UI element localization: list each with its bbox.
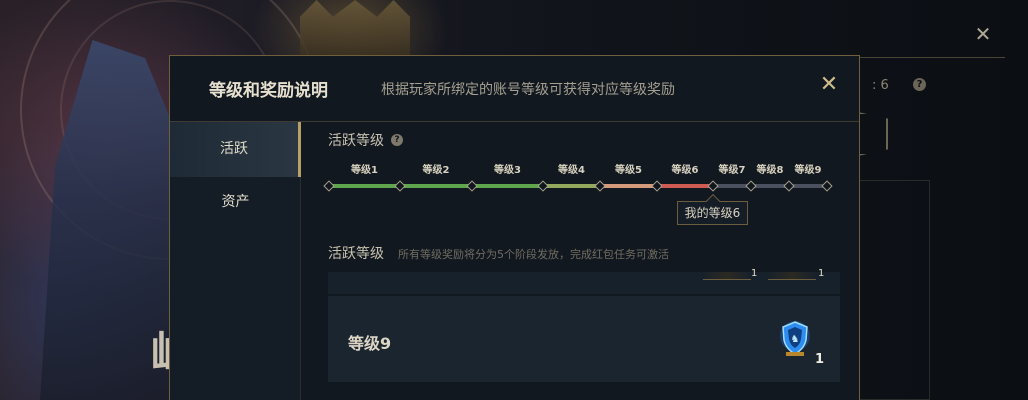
close-icon[interactable]: ✕ <box>818 74 840 96</box>
sidebar-item-label: 活跃 <box>220 141 248 157</box>
level-label-6: 等级6 <box>672 163 699 176</box>
reward-item-partial <box>703 272 751 280</box>
blue-shield-trophy-icon[interactable]: ♞ <box>778 318 812 358</box>
reward-count-partial: 1 <box>751 268 758 279</box>
level-node <box>466 180 478 192</box>
outer-level-fragment: : 6 <box>872 78 889 93</box>
modal-content: 活跃等级 ? 等级1 等级2 等级3 等级4 等级5 等级6 等级7 等级8 等级9 我的等级6… <box>302 122 859 400</box>
modal-subtitle: 根据玩家所绑定的账号等级可获得对应等级奖励 <box>381 82 675 98</box>
level-node <box>821 180 833 192</box>
level-node <box>745 180 757 192</box>
level-node <box>323 180 335 192</box>
level-segment-9 <box>789 184 827 188</box>
level-node <box>651 180 663 192</box>
modal-header: 等级和奖励说明 根据玩家所绑定的账号等级可获得对应等级奖励 ✕ <box>170 56 859 122</box>
activity-rewards-description: 所有等级奖励将分为5个阶段发放，完成红包任务可激活 <box>398 248 669 261</box>
reward-list-partial-row <box>328 272 840 294</box>
outer-badge <box>858 112 888 156</box>
level-segment-2 <box>400 184 472 188</box>
level-node <box>394 180 406 192</box>
level-segment-7 <box>713 184 751 188</box>
level-label-9: 等级9 <box>795 163 822 176</box>
outer-help-icon[interactable]: ? <box>913 78 926 91</box>
reward-count-partial: 1 <box>818 268 825 279</box>
outer-panel <box>860 180 930 400</box>
activity-rewards-title: 活跃等级 <box>328 246 384 262</box>
level-reward-modal: 等级和奖励说明 根据玩家所绑定的账号等级可获得对应等级奖励 ✕ 活跃 资产 活跃… <box>169 55 860 400</box>
background-crown <box>300 0 410 56</box>
level-segment-5 <box>600 184 657 188</box>
modal-sidebar: 活跃 资产 <box>170 122 301 400</box>
level-segment-1 <box>329 184 400 188</box>
outer-divider <box>860 57 1005 58</box>
reward-item-partial <box>768 272 816 280</box>
level-segment-6 <box>657 184 713 188</box>
sidebar-item-active[interactable]: 活跃 <box>170 122 301 177</box>
level-label-4: 等级4 <box>558 163 585 176</box>
level-node <box>707 180 719 192</box>
level-label-2: 等级2 <box>423 163 450 176</box>
level-progress-track: 等级1 等级2 等级3 等级4 等级5 等级6 等级7 等级8 等级9 <box>323 163 833 192</box>
level-label-5: 等级5 <box>615 163 642 176</box>
sidebar-item-label: 资产 <box>221 194 250 210</box>
sidebar-item-assets[interactable]: 资产 <box>170 175 301 230</box>
modal-title: 等级和奖励说明 <box>209 81 328 101</box>
level-segment-4 <box>543 184 600 188</box>
reward-count: 1 <box>815 352 825 367</box>
level-label-8: 等级8 <box>757 163 784 176</box>
reward-card-level9: 等级9 ♞ 1 <box>328 296 840 382</box>
level-node <box>537 180 549 192</box>
level-label-1: 等级1 <box>351 163 378 176</box>
level-node <box>594 180 606 192</box>
level-segment-8 <box>751 184 789 188</box>
reward-level-label: 等级9 <box>348 334 392 353</box>
level-segment-3 <box>472 184 543 188</box>
svg-text:♞: ♞ <box>791 334 800 345</box>
level-label-7: 等级7 <box>719 163 746 176</box>
level-node <box>783 180 795 192</box>
level-label-3: 等级3 <box>494 163 521 176</box>
outer-close-icon[interactable]: ✕ <box>973 24 993 44</box>
my-level-tooltip: 我的等级6 <box>677 201 748 225</box>
